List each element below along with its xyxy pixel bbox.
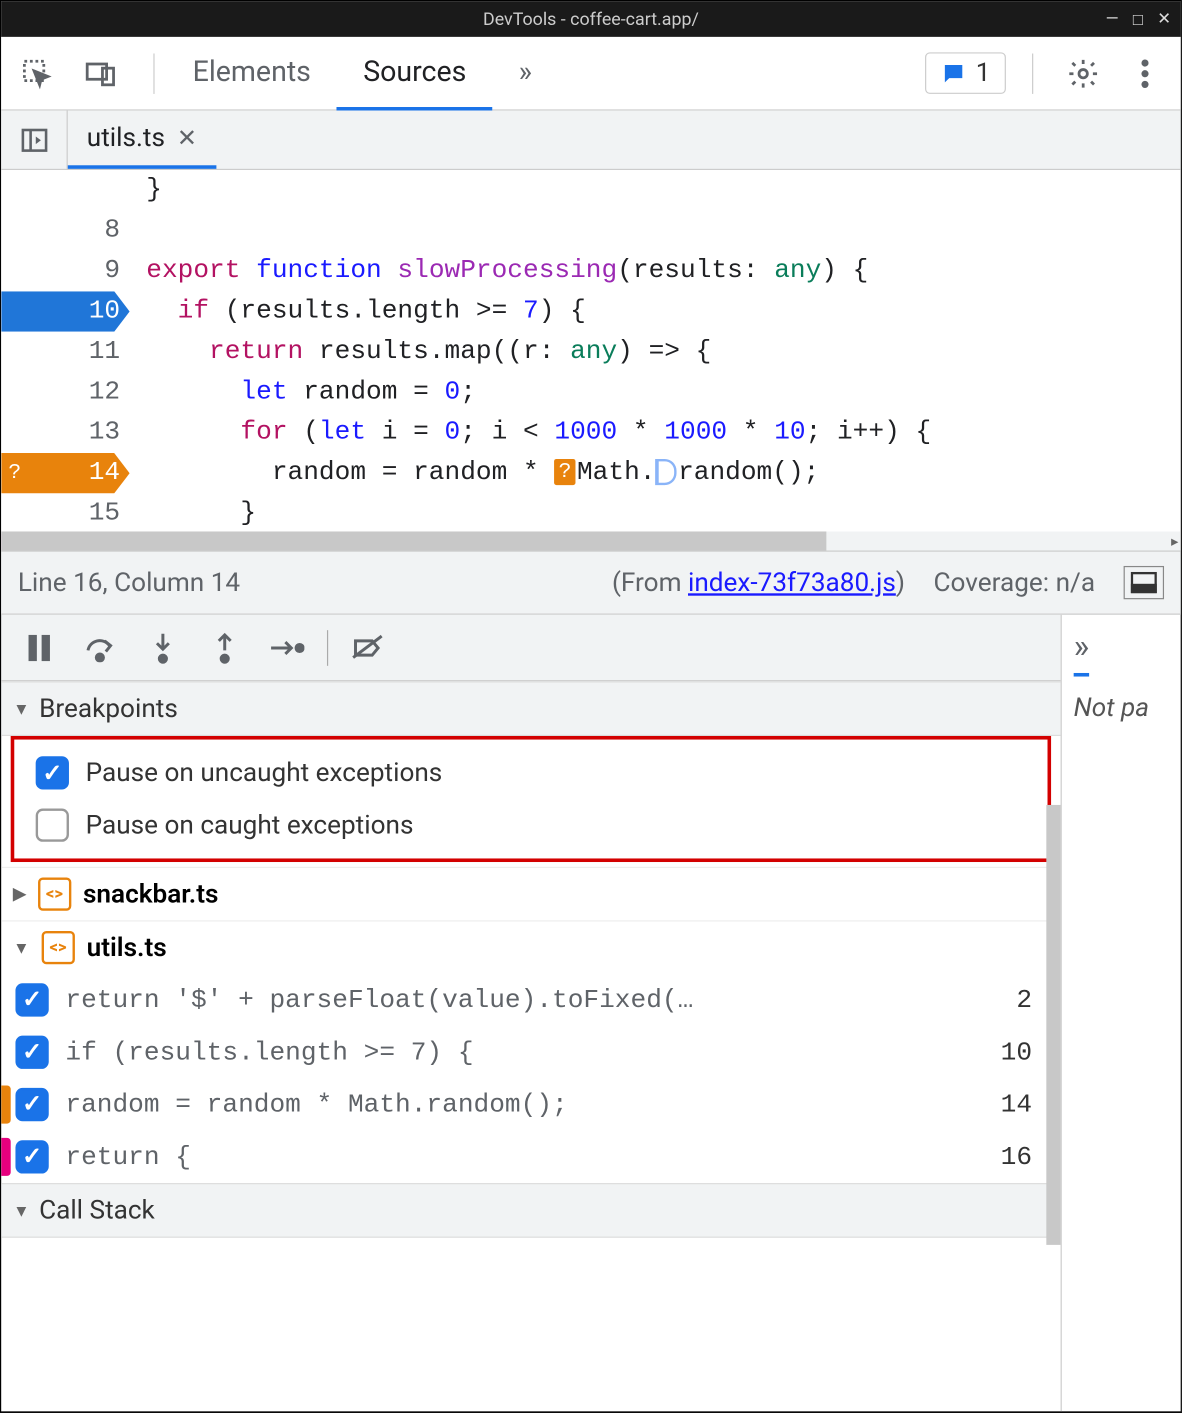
bp-group-utils[interactable]: ▼ <> utils.ts bbox=[1, 920, 1060, 974]
pause-resume-icon[interactable] bbox=[13, 621, 65, 673]
breakpoint-entry[interactable]: if (results.length >= 7) { 10 bbox=[1, 1026, 1060, 1078]
tab-elements[interactable]: Elements bbox=[166, 36, 337, 110]
code-content: } export function slowProcessing(results… bbox=[130, 170, 1181, 550]
more-tabs-icon[interactable]: » bbox=[1074, 627, 1090, 677]
expand-icon: ▶ bbox=[13, 885, 26, 904]
more-vert-icon[interactable] bbox=[1121, 49, 1169, 97]
breakpoint-checkbox[interactable] bbox=[15, 1140, 48, 1173]
minimize-icon[interactable]: — bbox=[1106, 9, 1119, 29]
step-into-icon[interactable] bbox=[137, 621, 189, 673]
highlight-annotation: Pause on uncaught exceptions Pause on ca… bbox=[11, 736, 1051, 862]
step-icon[interactable] bbox=[260, 621, 312, 673]
code-editor[interactable]: 8 9 10 11 12 13 14 15 16 } export functi… bbox=[1, 170, 1180, 550]
breakpoint-entry[interactable]: random = random * Math.random(); 14 bbox=[1, 1078, 1060, 1130]
toggle-navigator-icon[interactable] bbox=[1, 111, 68, 169]
window-title: DevTools - coffee-cart.app/ bbox=[483, 8, 699, 29]
breakpoint-entry[interactable]: return { 16 bbox=[1, 1131, 1060, 1183]
coverage-status: Coverage: n/a bbox=[933, 568, 1095, 598]
breakpoint-checkbox[interactable] bbox=[15, 1088, 48, 1121]
script-file-icon: <> bbox=[41, 931, 74, 964]
section-callstack[interactable]: ▼ Call Stack bbox=[1, 1183, 1060, 1238]
vertical-scrollbar[interactable] bbox=[1046, 805, 1060, 1245]
device-toggle-icon[interactable] bbox=[77, 49, 125, 97]
debugger-toolbar bbox=[1, 615, 1060, 682]
pause-uncaught-row[interactable]: Pause on uncaught exceptions bbox=[19, 747, 1043, 799]
source-map-from: (From index-73f73a80.js) bbox=[612, 568, 905, 598]
issues-count: 1 bbox=[976, 58, 991, 88]
script-file-icon: <> bbox=[38, 877, 71, 910]
paused-status: Not pa bbox=[1074, 693, 1169, 723]
breakpoint-checkbox[interactable] bbox=[15, 983, 48, 1016]
main-toolbar: Elements Sources » 1 bbox=[1, 37, 1180, 111]
breakpoint-entry[interactable]: return '$' + parseFloat(value).toFixed(…… bbox=[1, 974, 1060, 1026]
source-map-link[interactable]: index-73f73a80.js bbox=[688, 568, 896, 598]
right-sidebar: » Not pa bbox=[1062, 615, 1181, 1412]
collapse-icon: ▼ bbox=[13, 1200, 29, 1220]
issues-badge[interactable]: 1 bbox=[925, 52, 1006, 94]
close-file-icon[interactable]: ✕ bbox=[177, 124, 197, 153]
tab-sources[interactable]: Sources bbox=[337, 36, 492, 110]
deactivate-breakpoints-icon[interactable] bbox=[342, 621, 394, 673]
file-tab-bar: utils.ts ✕ bbox=[1, 111, 1180, 170]
step-out-icon[interactable] bbox=[199, 621, 251, 673]
breakpoint-checkbox[interactable] bbox=[15, 1036, 48, 1069]
gutter: 8 9 10 11 12 13 14 15 16 bbox=[1, 170, 129, 550]
settings-icon[interactable] bbox=[1059, 49, 1107, 97]
section-breakpoints[interactable]: ▼ Breakpoints bbox=[1, 681, 1060, 736]
inline-column-marker-icon[interactable] bbox=[655, 459, 676, 485]
collapse-icon: ▼ bbox=[13, 699, 29, 719]
bp-group-snackbar[interactable]: ▶ <> snackbar.ts bbox=[1, 867, 1060, 921]
title-bar: DevTools - coffee-cart.app/ — □ ✕ bbox=[1, 1, 1180, 37]
inline-conditional-icon[interactable]: ? bbox=[554, 459, 575, 485]
bottom-panel-toggle-icon[interactable] bbox=[1124, 566, 1164, 599]
tab-more[interactable]: » bbox=[493, 36, 559, 110]
close-icon[interactable]: ✕ bbox=[1157, 9, 1171, 29]
editor-status-bar: Line 16, Column 14 (From index-73f73a80.… bbox=[1, 551, 1180, 615]
checkbox-pause-caught[interactable] bbox=[36, 809, 69, 842]
collapse-icon: ▼ bbox=[13, 938, 29, 958]
maximize-icon[interactable]: □ bbox=[1133, 9, 1143, 29]
breakpoint-marker[interactable]: 10 bbox=[1, 291, 129, 331]
file-tab-utils[interactable]: utils.ts ✕ bbox=[68, 111, 216, 169]
cursor-position: Line 16, Column 14 bbox=[18, 568, 240, 598]
pause-caught-row[interactable]: Pause on caught exceptions bbox=[19, 799, 1043, 851]
step-over-icon[interactable] bbox=[75, 621, 127, 673]
horizontal-scrollbar[interactable]: ▸ bbox=[1, 531, 1180, 550]
conditional-breakpoint-marker[interactable]: 14 bbox=[1, 453, 129, 493]
checkbox-pause-uncaught[interactable] bbox=[36, 756, 69, 789]
inspect-icon[interactable] bbox=[13, 49, 61, 97]
